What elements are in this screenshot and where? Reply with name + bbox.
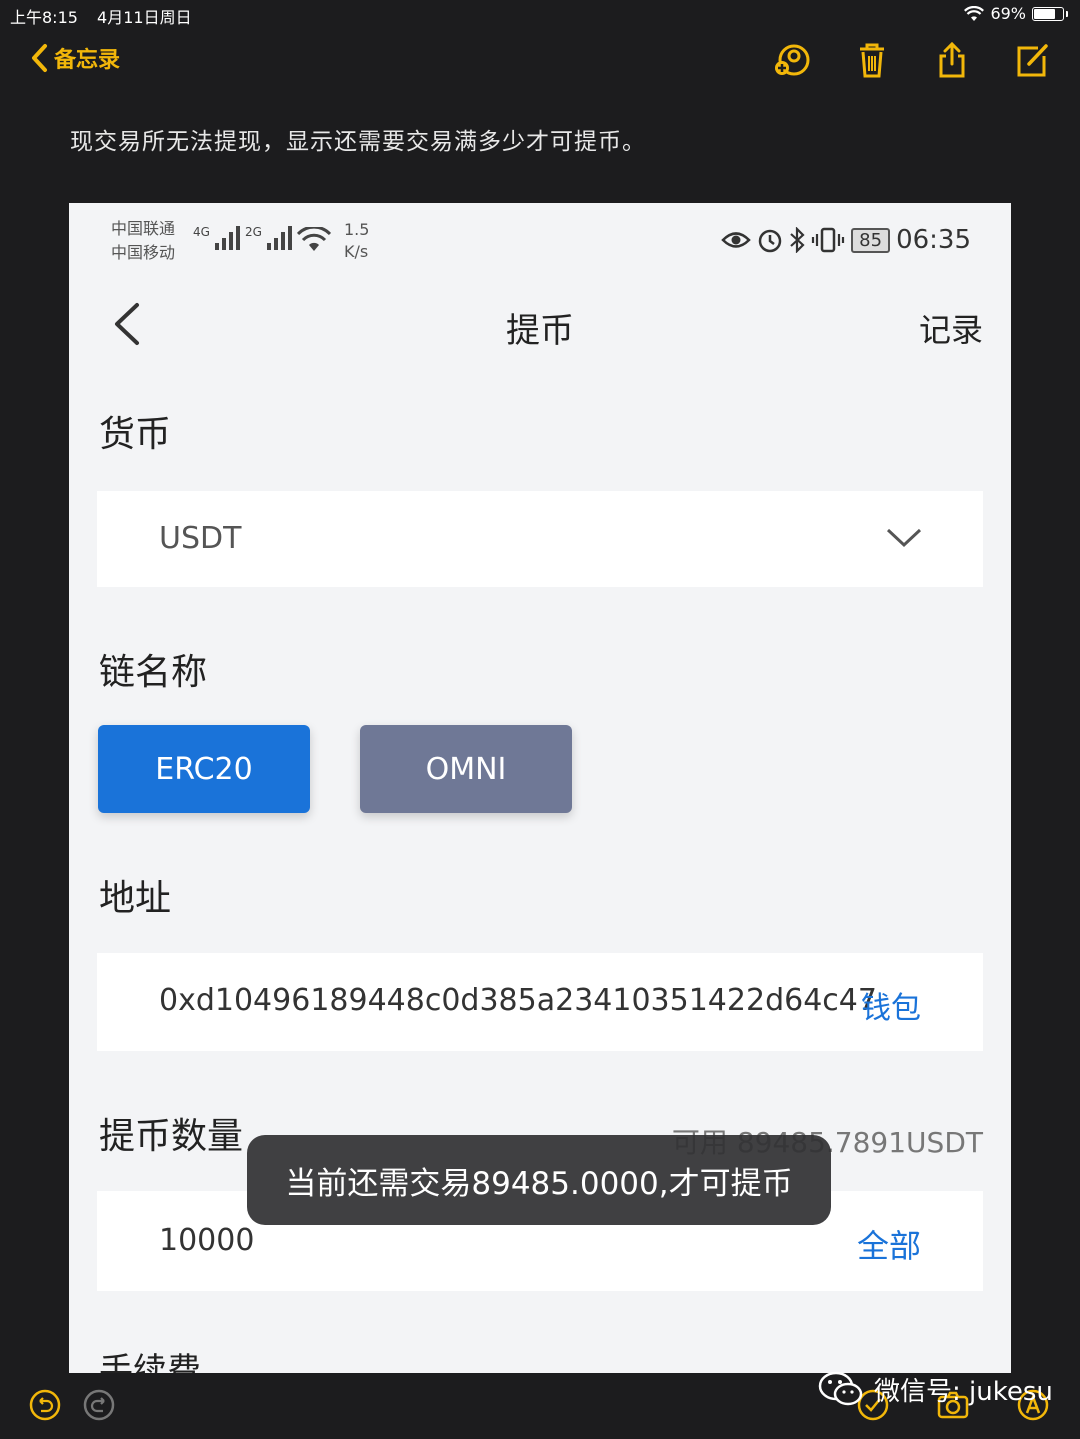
fee-label: 手续费 (99, 1351, 201, 1373)
record-link[interactable]: 记录 (919, 305, 983, 351)
phone-battery: 85 (851, 227, 891, 253)
notes-toolbar (772, 40, 1052, 80)
phone-status-right: 85 06:35 (721, 225, 971, 255)
amount-label: 提币数量 (99, 1116, 244, 1157)
speed-value: 1.5 (344, 220, 370, 239)
signal-2g: 2G (245, 225, 294, 254)
status-date: 4月11日周日 (97, 8, 192, 27)
chevron-down-icon (886, 528, 922, 548)
wechat-icon (818, 1371, 863, 1406)
battery-percent: 69% (990, 4, 1026, 23)
ipad-status-bar: 上午8:15 4月11日周日 69% (0, 0, 1080, 28)
chain-option-omni[interactable]: OMNI (360, 725, 572, 813)
eye-icon (721, 232, 751, 248)
vibrate-icon (812, 227, 845, 253)
undo-icon[interactable] (28, 1388, 62, 1422)
carrier-names: 中国联通 中国移动 (111, 217, 175, 265)
currency-label: 货币 (99, 414, 172, 455)
battery-icon (1032, 6, 1064, 21)
wechat-id: 微信号: jukesu (874, 1376, 1053, 1407)
address-input[interactable]: 0xd10496189448c0d385a23410351422d64c47 钱… (97, 953, 983, 1051)
chain-option-erc20[interactable]: ERC20 (98, 725, 310, 813)
back-to-notes-button[interactable]: 备忘录 (30, 42, 120, 74)
network-speed: 1.5 K/s (344, 219, 369, 263)
signal-bars-icon (214, 226, 240, 250)
chevron-left-icon (32, 44, 47, 72)
wifi-icon (297, 227, 331, 251)
wechat-watermark: 微信号: jukesu (818, 1370, 1053, 1408)
battery-tip (1066, 10, 1068, 17)
note-body-text[interactable]: 现交易所无法提现，显示还需要交易满多少才可提币。 (70, 122, 646, 156)
amount-value: 10000 (159, 1223, 255, 1258)
phone-screenshot: 中国联通 中国移动 4G 2G 1.5 K/s 85 06:35 提币 记录 货… (69, 203, 1011, 1373)
all-amount-link[interactable]: 全部 (857, 1221, 921, 1267)
net-type-1: 4G (193, 225, 210, 239)
net-type-2: 2G (245, 225, 262, 239)
carrier-mobile: 中国移动 (111, 243, 176, 262)
speed-unit: K/s (344, 242, 369, 261)
chain-label: 链名称 (99, 652, 208, 693)
add-person-icon[interactable] (772, 40, 812, 80)
redo-icon[interactable] (82, 1388, 116, 1422)
page-title: 提币 (506, 311, 574, 351)
back-label: 备忘录 (54, 48, 121, 73)
signal-bars-icon (266, 226, 292, 250)
status-left: 上午8:15 4月11日周日 (10, 4, 206, 28)
phone-time: 06:35 (896, 225, 971, 255)
carrier-unicom: 中国联通 (111, 219, 176, 238)
bluetooth-icon (790, 227, 805, 253)
phone-status-bar: 中国联通 中国移动 4G 2G 1.5 K/s 85 06:35 (69, 203, 1011, 283)
currency-select[interactable]: USDT (97, 491, 983, 587)
alarm-icon (758, 229, 782, 253)
signal-4g: 4G (193, 225, 242, 254)
address-value: 0xd10496189448c0d385a23410351422d64c47 (159, 983, 877, 1018)
wifi-icon (964, 5, 985, 21)
trash-icon[interactable] (852, 40, 892, 80)
address-label: 地址 (99, 878, 172, 919)
status-time: 上午8:15 (10, 8, 78, 27)
currency-value: USDT (159, 521, 242, 556)
status-right: 69% (964, 4, 1068, 23)
toast-message: 当前还需交易89485.0000,才可提币 (247, 1135, 831, 1225)
share-icon[interactable] (932, 40, 972, 80)
wallet-link[interactable]: 钱包 (861, 983, 921, 1027)
compose-icon[interactable] (1012, 40, 1052, 80)
notes-nav-bar: 备忘录 (0, 38, 1080, 86)
